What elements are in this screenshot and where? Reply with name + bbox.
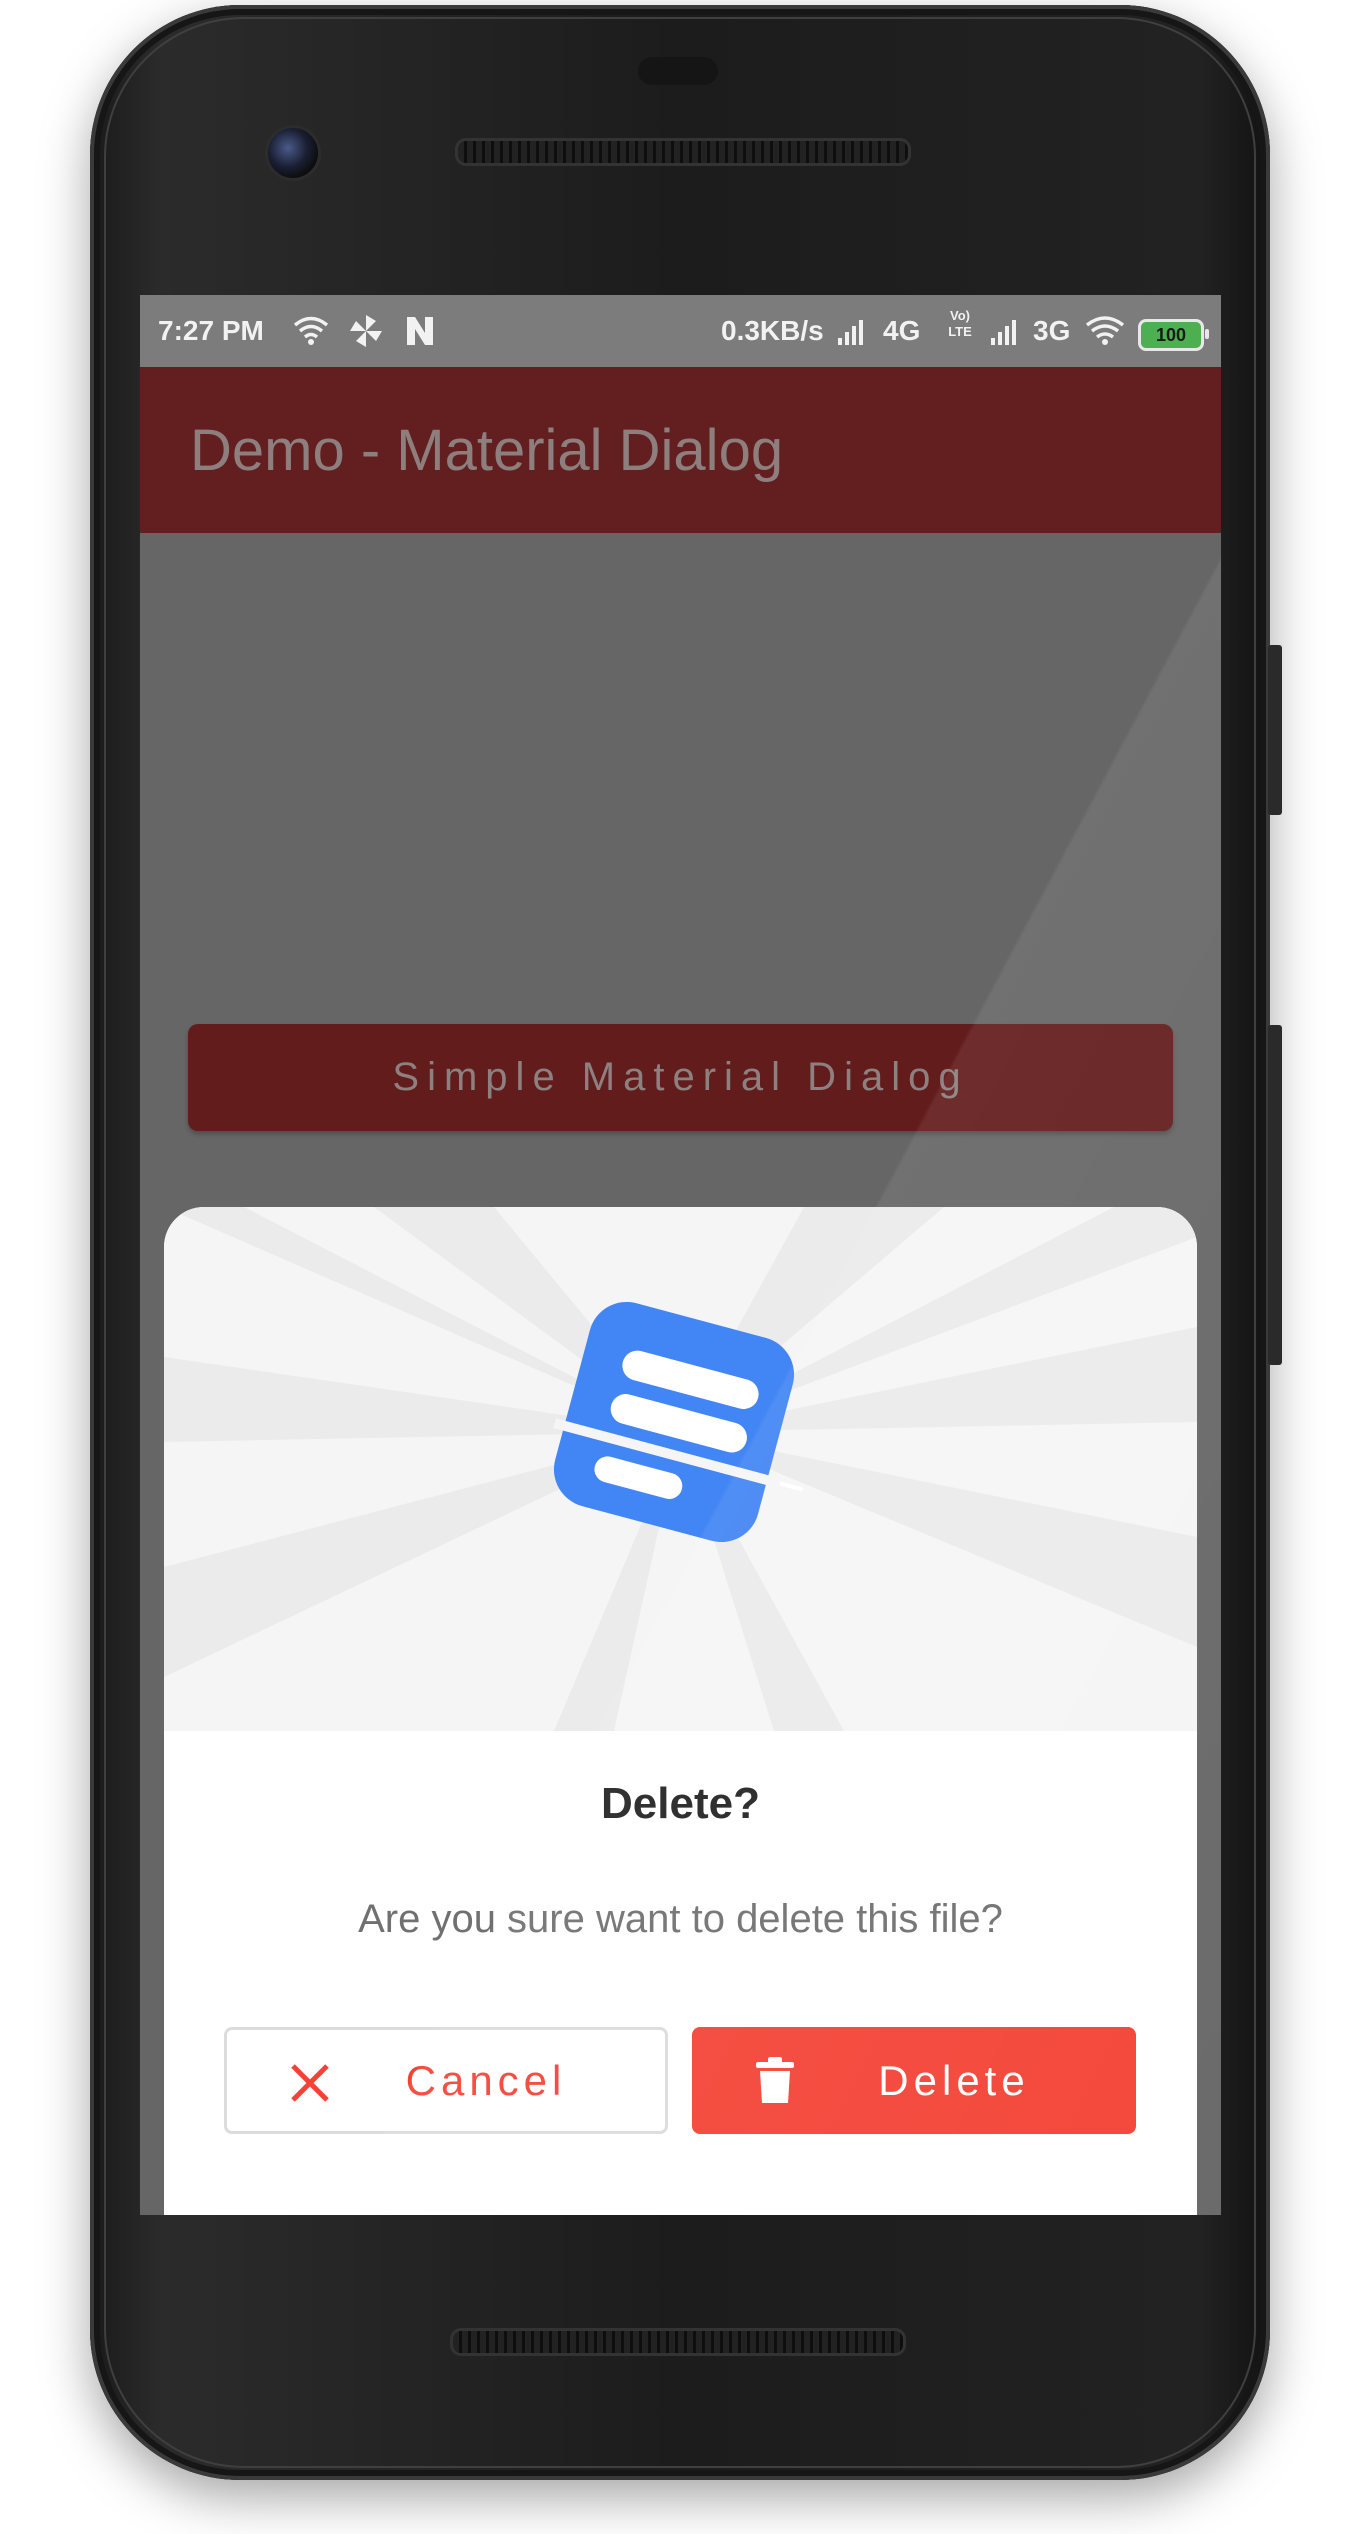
dialog-hero <box>164 1207 1197 1731</box>
front-camera <box>265 125 321 181</box>
net-speed: 0.3KB/s <box>721 315 824 346</box>
cancel-label: Cancel <box>405 2056 567 2104</box>
delete-button[interactable]: Delete <box>692 2027 1136 2134</box>
n-notification-icon <box>402 313 438 358</box>
wifi-icon <box>292 313 330 358</box>
status-bar: 7:27 PM 0.3KB/s 4G Vo) LTE 3G 100 <box>140 295 1221 367</box>
volte-top: Vo) <box>950 308 970 323</box>
battery-icon: 100 <box>1138 319 1209 351</box>
pinwheel-icon <box>348 313 384 358</box>
network-3g: 3G <box>1033 315 1071 346</box>
cancel-button[interactable]: Cancel <box>224 2027 668 2134</box>
network-4g: 4G <box>883 315 921 346</box>
screen: 7:27 PM 0.3KB/s 4G Vo) LTE 3G 100 Demo -… <box>140 295 1221 2215</box>
volume-rocker <box>1268 1025 1282 1365</box>
power-button <box>1268 645 1282 815</box>
app-bar: Demo - Material Dialog <box>140 367 1221 533</box>
volte-bottom: LTE <box>948 324 972 339</box>
material-dialog: Delete? Are you sure want to delete this… <box>164 1207 1197 2215</box>
status-time: 7:27 PM <box>158 315 264 346</box>
delete-label: Delete <box>878 2056 1030 2104</box>
earpiece-speaker <box>455 138 911 166</box>
simple-material-dialog-button[interactable]: Simple Material Dialog <box>188 1024 1173 1131</box>
battery-level: 100 <box>1155 325 1187 345</box>
app-title: Demo - Material Dialog <box>190 418 784 483</box>
document-logo-icon <box>553 1301 804 1543</box>
wifi-icon <box>1084 313 1126 358</box>
bottom-speaker <box>450 2328 906 2356</box>
dialog-title: Delete? <box>601 1779 760 1828</box>
dialog-message: Are you sure want to delete this file? <box>358 1897 1003 1941</box>
signal-icon <box>838 317 870 345</box>
volte-badge: Vo) LTE <box>940 308 980 340</box>
proximity-sensor <box>638 57 718 85</box>
signal-icon <box>991 317 1023 345</box>
